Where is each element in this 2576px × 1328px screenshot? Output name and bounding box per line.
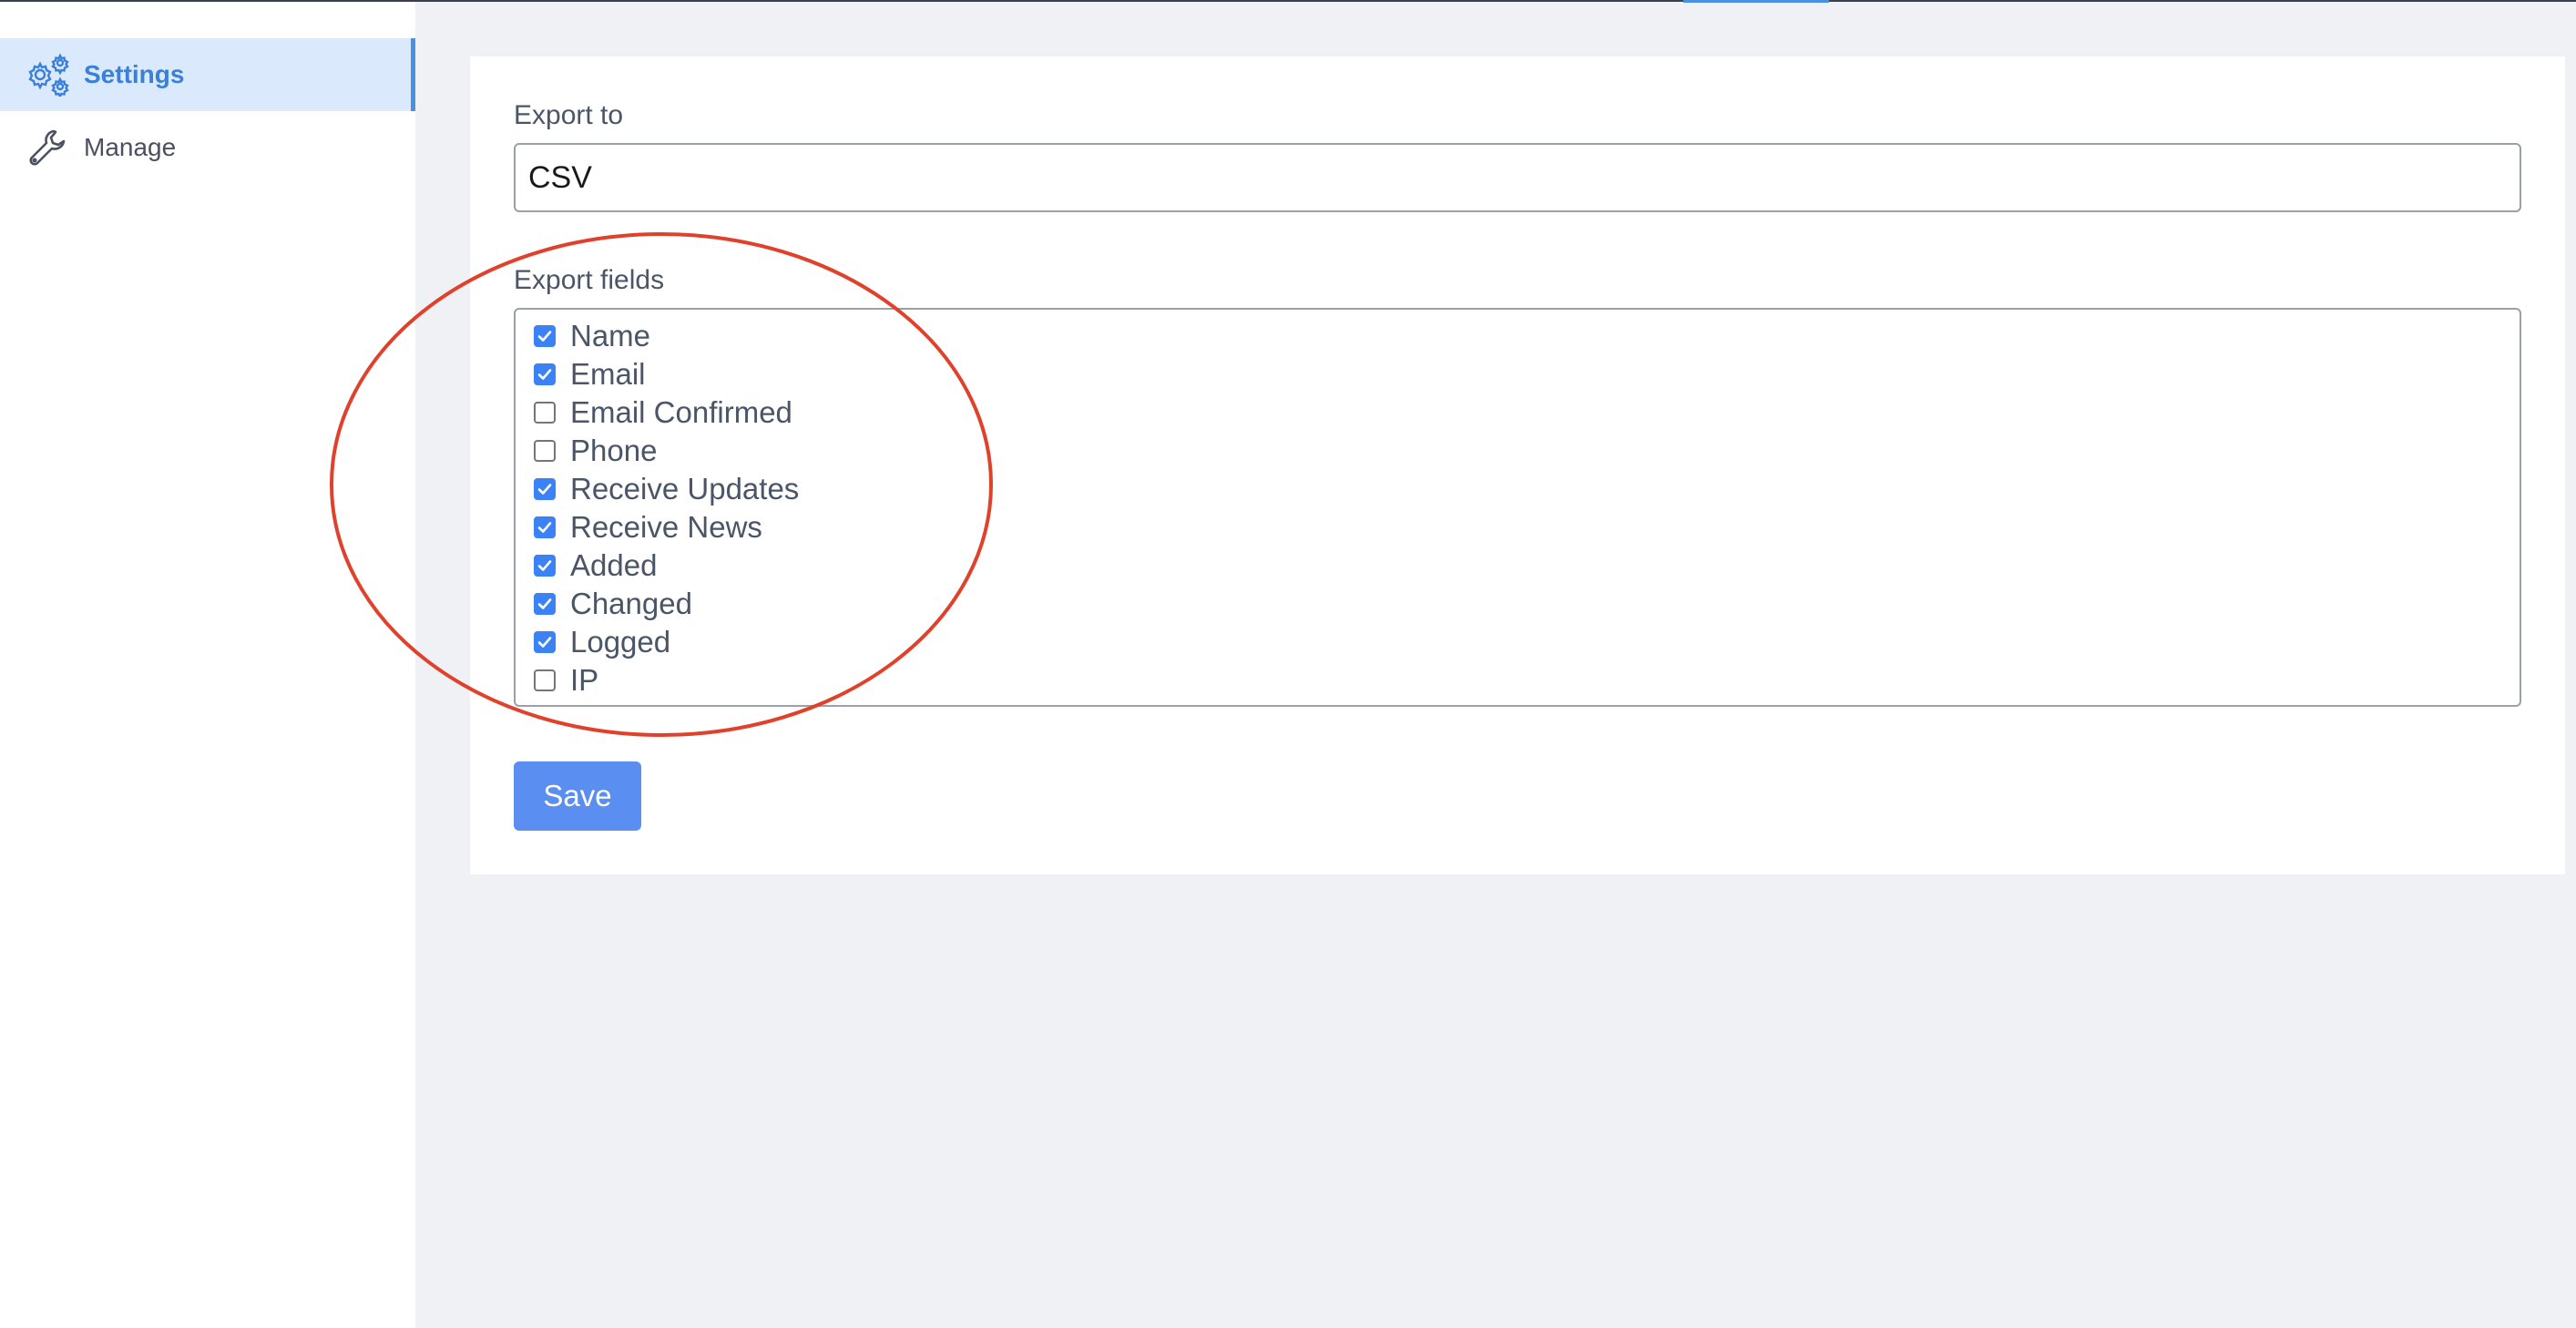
export-fields-label: Export fields (514, 265, 665, 295)
export-to-value: CSV (528, 159, 592, 195)
export-field-label: Email (570, 357, 646, 391)
checkbox-checked[interactable] (534, 631, 556, 653)
check-icon (537, 637, 552, 648)
sidebar-item-settings[interactable]: Settings (0, 38, 415, 111)
checkbox-checked[interactable] (534, 516, 556, 538)
sidebar-item-label: Manage (84, 133, 177, 161)
sidebar-item-manage[interactable]: Manage (0, 111, 415, 184)
export-field-label: IP (570, 663, 599, 697)
check-icon (537, 522, 552, 533)
export-field-row[interactable]: Phone (534, 432, 657, 470)
check-icon (537, 598, 552, 609)
check-icon (537, 484, 552, 495)
check-icon (537, 369, 552, 380)
sidebar: Settings Manage (0, 2, 415, 1328)
save-button[interactable]: Save (514, 761, 641, 831)
export-field-label: Changed (570, 587, 692, 620)
gears-icon (24, 53, 71, 97)
checkbox-checked[interactable] (534, 478, 556, 500)
export-field-label: Receive Updates (570, 472, 800, 506)
export-fields-list: Name Email Email Confirmed Phone Receive Upd… (514, 308, 2521, 707)
checkbox-unchecked[interactable] (534, 440, 556, 462)
export-field-row[interactable]: Email Confirmed (534, 393, 792, 432)
export-field-label: Added (570, 548, 658, 582)
checkbox-checked[interactable] (534, 593, 556, 615)
export-field-row[interactable]: Email (534, 355, 646, 393)
checkbox-unchecked[interactable] (534, 669, 556, 691)
export-field-row[interactable]: Name (534, 317, 650, 355)
checkbox-unchecked[interactable] (534, 402, 556, 424)
export-field-label: Receive News (570, 510, 762, 544)
export-field-label: Logged (570, 625, 671, 659)
check-icon (537, 331, 552, 342)
export-field-label: Name (570, 319, 651, 352)
check-icon (537, 560, 552, 571)
export-field-row[interactable]: Changed (534, 585, 692, 623)
checkbox-checked[interactable] (534, 325, 556, 347)
checkbox-checked[interactable] (534, 363, 556, 385)
top-tab-indicator (1683, 0, 1829, 3)
sidebar-item-label: Settings (84, 60, 185, 88)
export-to-label: Export to (514, 100, 624, 130)
export-field-row[interactable]: Added (534, 547, 657, 585)
export-settings-panel: Export to CSV Export fields Name Email Ema… (470, 56, 2565, 874)
export-to-select[interactable]: CSV (514, 143, 2521, 212)
export-field-label: Phone (570, 434, 658, 467)
export-field-row[interactable]: Receive News (534, 508, 762, 547)
export-field-label: Email Confirmed (570, 395, 792, 429)
export-field-row[interactable]: Logged (534, 623, 670, 661)
export-field-row[interactable]: IP (534, 661, 598, 700)
checkbox-checked[interactable] (534, 555, 556, 577)
export-field-row[interactable]: Receive Updates (534, 470, 799, 508)
wrench-icon (24, 126, 71, 169)
